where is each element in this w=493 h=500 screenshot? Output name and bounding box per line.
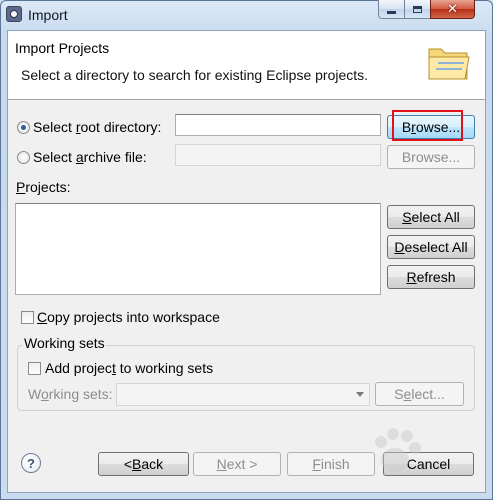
title-bar[interactable]: Import ✕ (0, 0, 493, 30)
working-sets-legend: Working sets (23, 335, 106, 351)
working-sets-label: Working sets: (28, 386, 113, 402)
archive-file-label[interactable]: Select archive file: (33, 149, 147, 165)
folder-import-icon (428, 48, 470, 80)
minimize-button[interactable] (378, 0, 405, 19)
deselect-all-button[interactable]: Deselect All (387, 235, 475, 259)
help-icon[interactable]: ? (21, 453, 41, 473)
wizard-banner: Import Projects Select a directory to se… (8, 31, 485, 100)
page-description: Select a directory to search for existin… (21, 67, 369, 83)
paw-watermark-icon (375, 428, 421, 472)
close-button[interactable]: ✕ (430, 0, 475, 19)
browse-archive-button[interactable]: Browse... (387, 145, 475, 169)
root-directory-radio[interactable] (17, 121, 30, 134)
eclipse-app-icon[interactable] (6, 6, 22, 22)
close-icon: ✕ (447, 1, 458, 16)
maximize-button[interactable] (404, 0, 431, 19)
select-working-sets-button[interactable]: Se lect... (375, 382, 464, 406)
archive-file-radio[interactable] (17, 151, 30, 164)
minimize-icon (387, 10, 396, 14)
finish-button[interactable]: Finish (287, 452, 375, 476)
working-sets-combo[interactable] (116, 383, 370, 406)
copy-projects-label[interactable]: Copy projects into workspace (37, 309, 220, 325)
archive-file-input[interactable] (175, 144, 381, 166)
highlight-box (392, 110, 463, 141)
projects-label: Projects: (16, 179, 71, 195)
root-directory-label[interactable]: Select root directory: (33, 119, 161, 135)
page-title: Import Projects (15, 40, 110, 56)
refresh-button[interactable]: Refresh (387, 265, 475, 289)
select-all-button[interactable]: Select All (387, 205, 475, 229)
copy-projects-checkbox[interactable] (21, 311, 34, 324)
chevron-down-icon (356, 392, 364, 397)
next-button[interactable]: Next > (193, 452, 281, 476)
root-directory-input[interactable] (175, 114, 381, 136)
add-to-working-sets-label[interactable]: Add project to working sets (45, 360, 213, 376)
window-title: Import (28, 7, 68, 23)
projects-list[interactable] (15, 203, 381, 295)
add-to-working-sets-checkbox[interactable] (28, 362, 41, 375)
back-button[interactable]: < Back (98, 452, 189, 476)
maximize-icon (413, 5, 422, 13)
